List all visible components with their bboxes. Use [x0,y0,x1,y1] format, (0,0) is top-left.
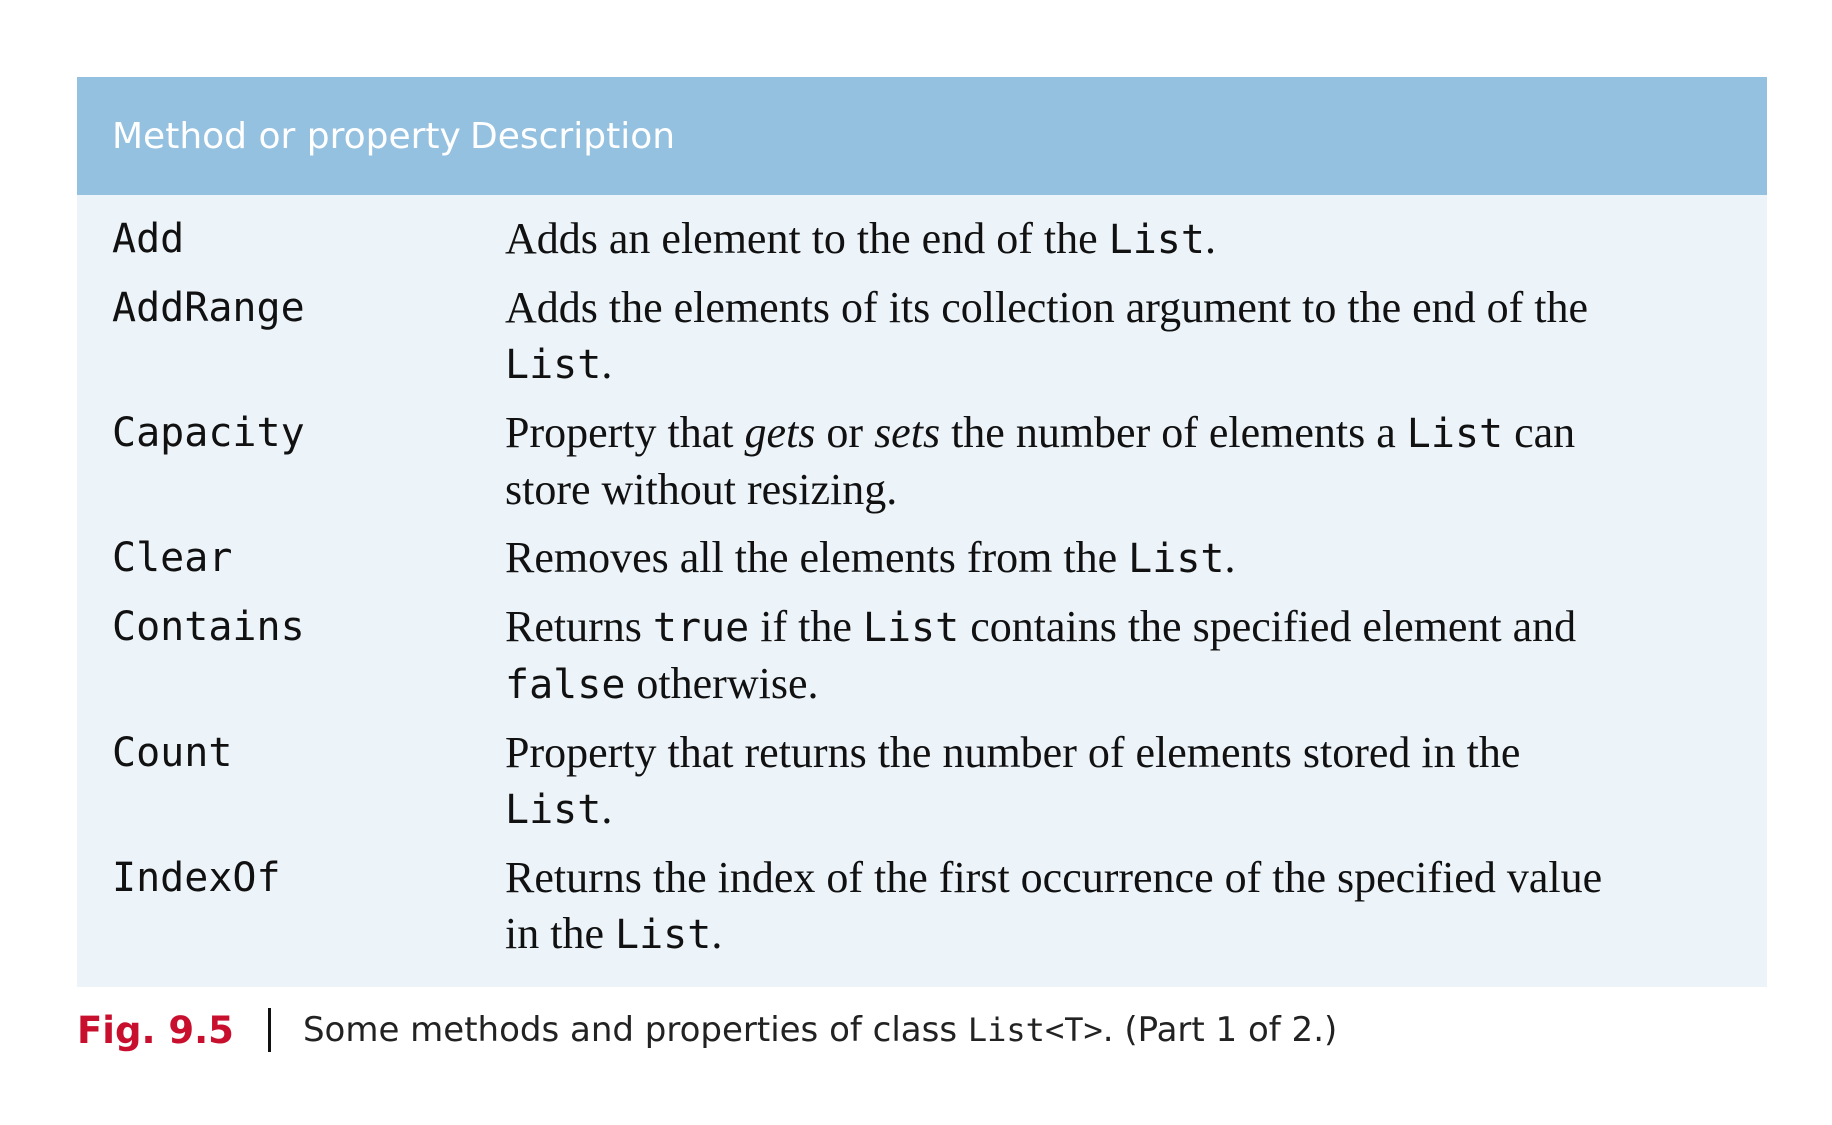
description-text: . [601,339,613,388]
method-name: Count [112,730,233,776]
code-text: List [614,912,712,958]
description-line: List. [505,336,1745,393]
code-text: List [862,605,960,651]
code-text: true [652,605,750,651]
description-text: otherwise. [625,659,819,708]
code-text: List [505,342,602,388]
emphasis-text: sets [874,408,941,457]
code-text: List [1108,217,1205,263]
method-description: Returns the index of the first occurrenc… [505,850,1745,963]
method-description: Returns true if the List contains the sp… [505,599,1745,713]
method-description: Removes all the elements from the List. [505,530,1745,587]
description-line: Returns the index of the first occurrenc… [505,850,1745,906]
description-text: . [711,909,723,958]
code-text: List [505,787,602,833]
method-description: Adds the elements of its collection argu… [505,280,1745,393]
table-row: Clear Removes all the elements from the L… [77,530,1767,587]
methods-table: Method or property Description Add Adds a… [77,77,1767,987]
description-line: List. [505,781,1745,838]
description-text: . [1224,533,1236,582]
method-name: Contains [112,604,305,650]
description-text: . [1204,214,1216,263]
header-description: Description [470,115,676,157]
description-line: false otherwise. [505,656,1745,713]
method-description: Adds an element to the end of the List. [505,211,1745,268]
table-row: Contains Returns true if the List contain… [77,599,1767,713]
figure-label: Fig. 9.5 [77,1008,234,1052]
description-text: can [1503,408,1576,457]
description-text: Removes all the elements from the [505,533,1129,582]
table-row: AddRange Adds the elements of its collect… [77,280,1767,393]
description-line: Adds an element to the end of the List. [505,211,1745,268]
description-text: or [815,408,875,457]
table-row: IndexOf Returns the index of the first oc… [77,850,1767,963]
method-name: AddRange [112,285,305,331]
table-row: Add Adds an element to the end of the Lis… [77,211,1767,268]
method-name: Add [112,216,185,262]
description-line: Returns true if the List contains the sp… [505,599,1745,656]
caption-text-after: . (Part 1 of 2.) [1102,1010,1338,1050]
description-text: Returns [505,602,653,651]
description-text: store without resizing. [505,465,898,514]
table-header: Method or property Description [77,77,1767,195]
description-text: Adds the elements of its collection argu… [505,283,1589,332]
method-description: Property that returns the number of elem… [505,725,1745,838]
description-line: Adds the elements of its collection argu… [505,280,1745,336]
description-text: . [601,784,613,833]
code-text: List [1406,411,1504,457]
description-line: Removes all the elements from the List. [505,530,1745,587]
description-text: Property that [505,408,745,457]
description-line: Property that returns the number of elem… [505,725,1745,781]
description-text: contains the specified element and [959,602,1577,651]
description-text: Returns the index of the first occurrenc… [505,853,1603,902]
method-name: IndexOf [112,855,281,901]
method-name: Capacity [112,410,305,456]
description-line: store without resizing. [505,462,1745,518]
table-row: Count Property that returns the number of… [77,725,1767,838]
description-text: Adds an element to the end of the [505,214,1109,263]
caption-separator [267,1008,271,1052]
description-text: Property that returns the number of elem… [505,728,1521,777]
caption-code: List<T> [967,1011,1103,1049]
code-text: List [1128,536,1225,582]
method-name: Clear [112,535,233,581]
description-text: in the [505,909,615,958]
description-line: in the List. [505,906,1745,963]
figure-caption: Fig. 9.5 Some methods and properties of … [77,1000,1337,1060]
table-body: Add Adds an element to the end of the Lis… [77,195,1767,963]
caption-text-before: Some methods and properties of class [302,1010,968,1050]
code-text: false [505,662,626,708]
description-line: Property that gets or sets the number of… [505,405,1745,462]
table-row: Capacity Property that gets or sets the n… [77,405,1767,518]
description-text: if the [749,602,863,651]
emphasis-text: gets [744,408,816,457]
method-description: Property that gets or sets the number of… [505,405,1745,518]
caption-text: Some methods and properties of class Lis… [303,1010,1337,1050]
header-method-or-property: Method or property [112,115,461,157]
description-text: the number of elements a [940,408,1407,457]
